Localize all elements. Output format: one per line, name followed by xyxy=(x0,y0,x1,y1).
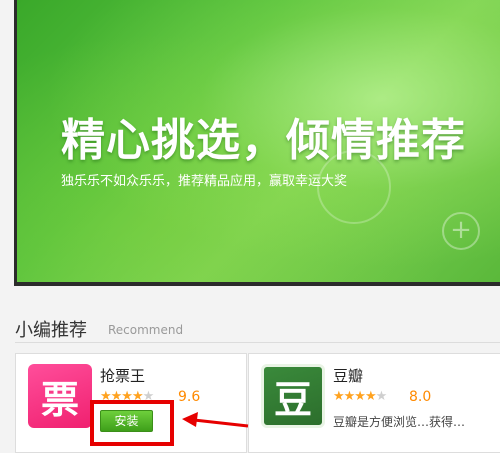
app-name[interactable]: 豆瓣 xyxy=(333,365,363,386)
plus-icon: + xyxy=(442,212,480,250)
star-rating: ★★★★★ xyxy=(333,389,387,404)
highlight-box xyxy=(90,400,174,446)
section-divider xyxy=(15,342,500,343)
banner-subtitle: 独乐乐不如众乐乐，推荐精品应用，赢取幸运大奖 xyxy=(61,174,348,189)
qiangpiaowang-app-icon[interactable]: 票 xyxy=(28,364,92,428)
app-card-douban[interactable]: 豆 豆瓣 ★★★★★ 8.0 豆瓣是方便浏览…获得… xyxy=(248,353,500,453)
section-subtitle: Recommend xyxy=(108,323,184,337)
douban-app-icon[interactable]: 豆 xyxy=(261,364,325,428)
promo-banner[interactable]: + 精心挑选，倾情推荐 独乐乐不如众乐乐，推荐精品应用，赢取幸运大奖 xyxy=(17,0,500,282)
section-title: 小编推荐 xyxy=(15,320,87,341)
app-name[interactable]: 抢票王 xyxy=(100,365,145,386)
banner-title: 精心挑选，倾情推荐 xyxy=(61,115,466,166)
arrow-left-icon xyxy=(182,412,249,428)
app-description: 豆瓣是方便浏览…获得… xyxy=(333,415,466,429)
app-score: 9.6 xyxy=(178,389,201,405)
app-score: 8.0 xyxy=(409,389,432,405)
banner-frame: + 精心挑选，倾情推荐 独乐乐不如众乐乐，推荐精品应用，赢取幸运大奖 xyxy=(14,0,500,286)
